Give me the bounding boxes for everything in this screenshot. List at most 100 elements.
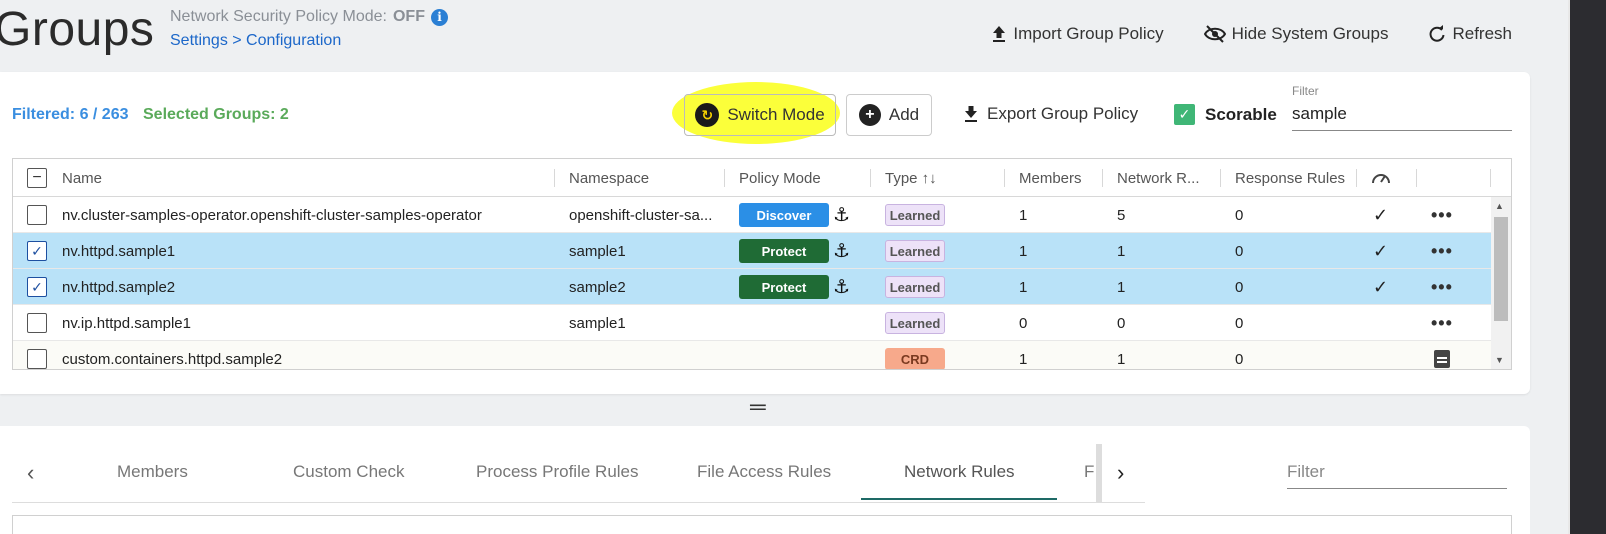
scroll-up-icon[interactable]: ▲ xyxy=(1495,201,1504,211)
column-header-policy-mode[interactable]: Policy Mode xyxy=(739,159,821,197)
network-rules-count: 5 xyxy=(1117,206,1126,224)
response-rules-count: 0 xyxy=(1235,206,1244,224)
page-title: Groups xyxy=(0,3,155,56)
group-name: nv.httpd.sample2 xyxy=(62,278,176,296)
row-checkbox[interactable] xyxy=(27,349,47,369)
members-count: 1 xyxy=(1019,206,1028,224)
scored-check-icon: ✓ xyxy=(1373,276,1389,297)
tabs-scroll-edge xyxy=(1096,444,1102,502)
tab-custom-check[interactable]: Custom Check xyxy=(293,462,404,482)
column-header-response-rules[interactable]: Response Rules xyxy=(1235,159,1345,197)
chevron-left-icon[interactable]: ‹ xyxy=(27,460,34,486)
type-badge: Learned xyxy=(885,204,945,226)
active-tab-indicator xyxy=(861,498,1057,500)
column-header-members[interactable]: Members xyxy=(1019,159,1082,197)
group-name: custom.containers.httpd.sample2 xyxy=(62,350,283,368)
document-icon-cell[interactable] xyxy=(1434,341,1450,369)
settings-configuration-link[interactable]: Settings > Configuration xyxy=(170,32,341,50)
rules-filter-input[interactable]: Filter xyxy=(1287,462,1507,489)
more-horizontal-icon[interactable]: ••• xyxy=(1431,197,1453,233)
row-checkbox[interactable]: ✓ xyxy=(27,277,47,297)
more-horizontal-icon[interactable]: ••• xyxy=(1431,233,1453,269)
gauge-icon xyxy=(1372,174,1390,184)
type-badge: CRD xyxy=(885,348,945,369)
switch-mode-button[interactable]: ↻ Switch Mode xyxy=(684,94,836,136)
tab-process-profile-rules[interactable]: Process Profile Rules xyxy=(476,462,639,482)
resize-handle[interactable]: ═ xyxy=(750,396,766,418)
members-count: 1 xyxy=(1019,242,1028,260)
column-separator xyxy=(1356,169,1357,187)
column-header-namespace[interactable]: Namespace xyxy=(569,159,649,197)
add-button[interactable]: + Add xyxy=(846,94,932,136)
table-row[interactable]: ✓ nv.httpd.sample1 sample1 Protect ⚓ Lea… xyxy=(13,233,1491,269)
column-separator xyxy=(1102,169,1103,187)
document-icon[interactable] xyxy=(1434,350,1450,368)
table-row[interactable]: ✓ nv.httpd.sample2 sample2 Protect ⚓ Lea… xyxy=(13,269,1491,305)
tab-network-rules[interactable]: Network Rules xyxy=(904,462,1015,482)
anchor-icon: ⚓ xyxy=(833,240,851,262)
refresh-button[interactable]: Refresh xyxy=(1428,24,1512,44)
tab-file-access-rules[interactable]: File Access Rules xyxy=(697,462,831,482)
selected-groups-count: Selected Groups: 2 xyxy=(143,106,289,123)
column-separator xyxy=(1416,169,1417,187)
policy-mode-badge[interactable]: Discover xyxy=(739,203,829,227)
group-name: nv.cluster-samples-operator.openshift-cl… xyxy=(62,206,482,224)
group-namespace: openshift-cluster-sa... xyxy=(569,206,713,224)
anchor-icon: ⚓ xyxy=(833,204,851,226)
scored-check-icon: ✓ xyxy=(1373,240,1389,261)
members-count: 0 xyxy=(1019,314,1028,332)
sync-icon: ↻ xyxy=(695,103,720,127)
column-separator xyxy=(554,169,555,187)
type-badge: Learned xyxy=(885,276,945,298)
scroll-down-icon[interactable]: ▼ xyxy=(1495,355,1504,365)
table-scrollbar[interactable]: ▲ ▼ xyxy=(1491,197,1511,369)
chevron-right-icon[interactable]: › xyxy=(1117,460,1124,486)
table-row[interactable]: nv.cluster-samples-operator.openshift-cl… xyxy=(13,197,1491,233)
network-rules-count: 1 xyxy=(1117,242,1126,260)
plus-circle-icon: + xyxy=(858,104,881,126)
column-separator xyxy=(870,169,871,187)
more-horizontal-icon[interactable]: ••• xyxy=(1431,305,1453,341)
scorable-toggle[interactable]: ✓ Scorable xyxy=(1174,104,1277,125)
policy-mode-badge[interactable]: Protect xyxy=(739,275,829,299)
group-namespace: sample1 xyxy=(569,242,626,260)
window-edge xyxy=(1568,0,1606,534)
filter-field[interactable]: Filter sample xyxy=(1292,84,1512,131)
group-name: nv.ip.httpd.sample1 xyxy=(62,314,191,332)
group-name: nv.httpd.sample1 xyxy=(62,242,176,260)
tabs-divider xyxy=(12,502,1145,503)
filter-label: Filter xyxy=(1292,84,1319,98)
policy-mode-badge[interactable]: Protect xyxy=(739,239,829,263)
hide-system-groups-button[interactable]: Hide System Groups xyxy=(1203,24,1389,44)
detail-tabs: ‹ Members Custom Check Process Profile R… xyxy=(0,444,1145,502)
import-group-policy-button[interactable]: Import Group Policy xyxy=(991,24,1164,44)
scorable-checkbox[interactable]: ✓ xyxy=(1174,104,1195,125)
download-icon xyxy=(965,106,977,122)
row-checkbox[interactable] xyxy=(27,313,47,333)
select-all-checkbox[interactable]: − xyxy=(27,159,47,197)
row-checkbox[interactable] xyxy=(27,205,47,225)
hide-system-groups-label: Hide System Groups xyxy=(1231,24,1389,43)
members-count: 1 xyxy=(1019,278,1028,296)
tab-members[interactable]: Members xyxy=(117,462,188,482)
scrollbar-thumb[interactable] xyxy=(1494,217,1508,321)
filtered-count: Filtered: 6 / 263 xyxy=(12,106,129,123)
table-row[interactable]: nv.ip.httpd.sample1 sample1 Learned 0 0 … xyxy=(13,305,1491,341)
info-icon[interactable]: i xyxy=(430,8,448,26)
column-header-score[interactable] xyxy=(1371,159,1391,197)
column-header-network-rules[interactable]: Network R... xyxy=(1117,159,1200,197)
export-group-policy-button[interactable]: Export Group Policy xyxy=(963,104,1138,124)
filter-input[interactable]: sample xyxy=(1292,100,1512,131)
row-checkbox[interactable]: ✓ xyxy=(27,241,47,261)
groups-table: − Name Namespace Policy Mode Type ↑↓ Mem… xyxy=(12,158,1512,370)
response-rules-count: 0 xyxy=(1235,242,1244,260)
type-badge: Learned xyxy=(885,312,945,334)
column-separator xyxy=(724,169,725,187)
column-header-name[interactable]: Name xyxy=(62,159,102,197)
column-header-type[interactable]: Type ↑↓ xyxy=(885,159,937,197)
more-horizontal-icon[interactable]: ••• xyxy=(1431,269,1453,305)
refresh-label: Refresh xyxy=(1452,24,1512,43)
table-row[interactable]: custom.containers.httpd.sample2 CRD 1 1 … xyxy=(13,341,1491,369)
select-all-box[interactable]: − xyxy=(27,168,47,188)
tab-truncated[interactable]: F xyxy=(1084,462,1094,482)
